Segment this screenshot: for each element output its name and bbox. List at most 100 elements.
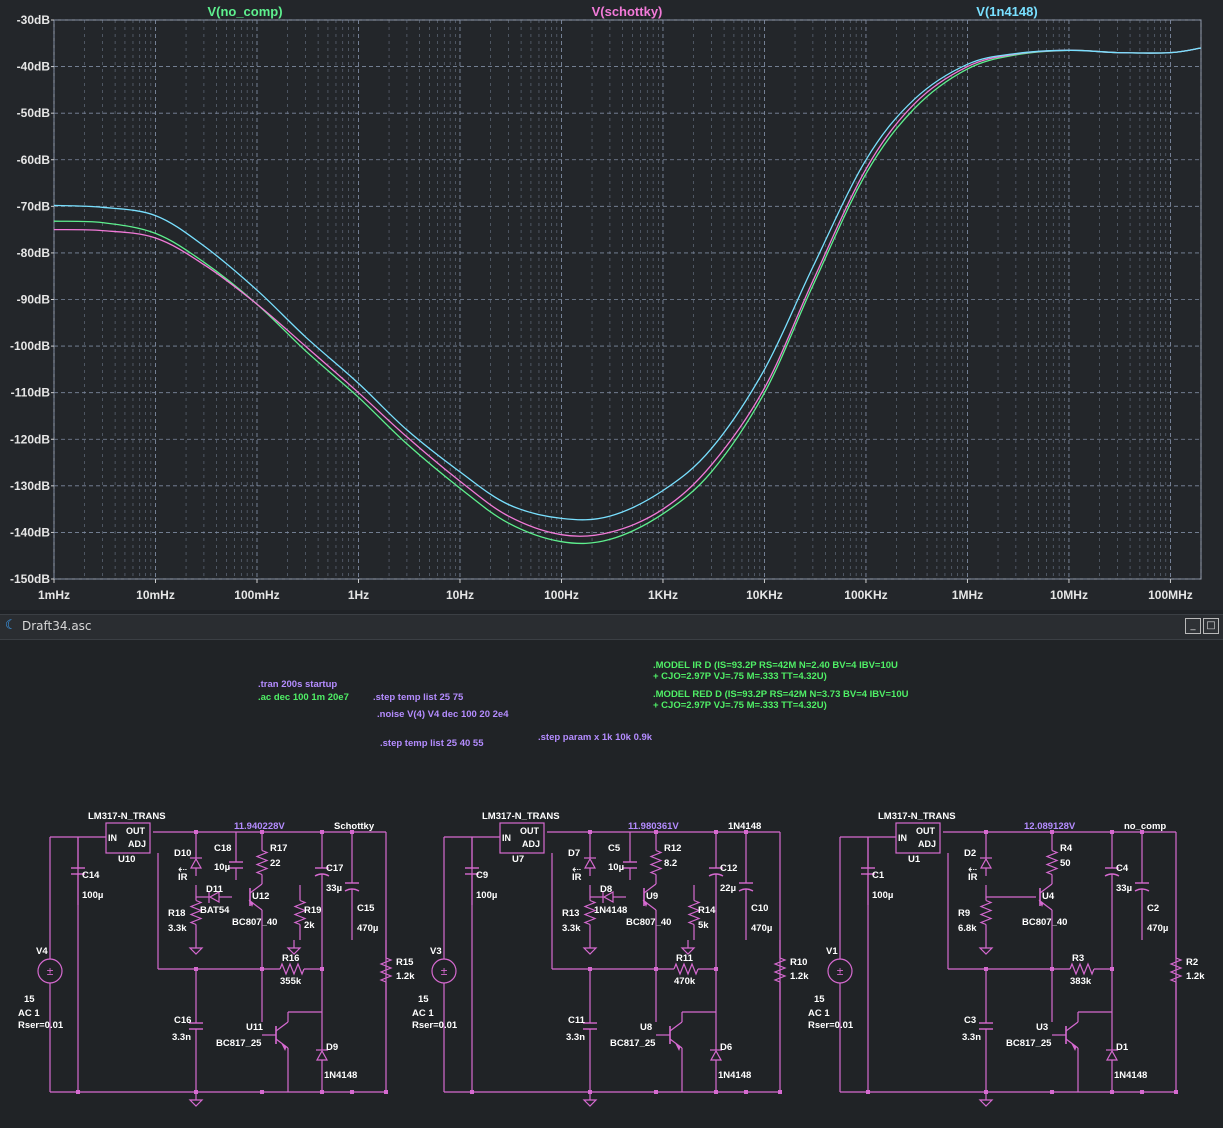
- junction-node: [654, 830, 658, 834]
- led-diode[interactable]: [189, 857, 203, 869]
- led-value: IR: [968, 872, 978, 883]
- npn-value: BC817_25: [1006, 1038, 1052, 1049]
- collector-resistor-value: 50: [1060, 858, 1071, 869]
- regulator-in-pin: IN: [898, 833, 907, 843]
- source-ac: AC 1: [18, 1008, 40, 1019]
- collector-resistor[interactable]: [255, 849, 269, 876]
- feedback-resistor[interactable]: [1069, 962, 1095, 976]
- load-resistor[interactable]: [773, 957, 787, 983]
- directive-tran[interactable]: .tran 200s startup: [258, 679, 337, 690]
- npn-transistor-collector[interactable]: [669, 1021, 683, 1032]
- junction-node: [866, 1090, 870, 1094]
- input-cap-value: 100µ: [82, 890, 103, 901]
- regulator-name: LM317-N_TRANS: [482, 811, 560, 822]
- legend-schottky[interactable]: V(schottky): [592, 4, 663, 19]
- emitter-resistor-value: 2k: [304, 920, 315, 931]
- comp-cap-value: 3.3n: [566, 1032, 585, 1043]
- junction-node: [984, 830, 988, 834]
- collector-resistor[interactable]: [649, 849, 663, 876]
- feedback-resistor[interactable]: [279, 962, 305, 976]
- close-button[interactable]: □: [1203, 618, 1219, 634]
- directive-step-temp[interactable]: .step temp list 25 75: [373, 692, 464, 703]
- source-ref: V4: [36, 946, 48, 957]
- load-resistor-value: 1.2k: [396, 971, 415, 982]
- source-rser: Rser=0.01: [18, 1020, 64, 1031]
- load-resistor[interactable]: [379, 957, 393, 983]
- npn-transistor-collector[interactable]: [1065, 1021, 1079, 1032]
- feedback-resistor[interactable]: [673, 962, 699, 976]
- junction-node: [1140, 830, 1144, 834]
- pnp-ref: U12: [252, 891, 269, 902]
- schematic-title-bar[interactable]: ☾ Draft34.asc _ □: [0, 614, 1223, 640]
- legend-1n4148[interactable]: V(1n4148): [976, 4, 1037, 19]
- ground-symbol: [978, 947, 994, 955]
- collector-resistor[interactable]: [1045, 849, 1059, 876]
- led-diode[interactable]: [583, 857, 597, 869]
- directive-model-red-cont[interactable]: + CJO=2.97P VJ=.75 M=.333 TT=4.32U): [653, 700, 827, 711]
- x-tick-label: 10KHz: [746, 588, 783, 602]
- comp-cap-value: 3.3n: [962, 1032, 981, 1043]
- x-tick-label: 1Hz: [348, 588, 369, 602]
- schematic-doc-icon: ☾: [5, 618, 17, 633]
- waveform-viewer[interactable]: -30dB -40dB -50dB -60dB -70dB -80dB -90dB -100d…: [0, 0, 1223, 610]
- x-tick-label: 10MHz: [1050, 588, 1088, 602]
- output-cap-ref: C10: [751, 903, 768, 914]
- ground-symbol: [582, 947, 598, 955]
- x-tick-label: 10Hz: [446, 588, 474, 602]
- directive-model-ir[interactable]: .MODEL IR D (IS=93.2P RS=42M N=2.40 BV=4…: [653, 660, 898, 671]
- junction-node: [320, 830, 324, 834]
- circuit-schottky[interactable]: LM317-N_TRANS IN OUT ADJ U10 11.940228V Schott…: [18, 811, 415, 1107]
- feedback-resistor-value: 383k: [1070, 976, 1092, 987]
- spice-directives: .tran 200s startup .ac dec 100 1m 20e7 .…: [258, 660, 909, 749]
- vout-readout: 12.089128V: [1024, 821, 1076, 832]
- pnp-value: BC807_40: [1022, 917, 1067, 928]
- legend-no-comp[interactable]: V(no_comp): [207, 4, 282, 19]
- schematic-canvas[interactable]: .tran 200s startup .ac dec 100 1m 20e7 .…: [0, 640, 1223, 1128]
- regulator-out-pin: OUT: [520, 826, 540, 836]
- output-cap-ref: C15: [357, 903, 375, 914]
- collector-resistor-ref: R17: [270, 843, 287, 854]
- minimize-button[interactable]: _: [1185, 618, 1201, 634]
- regulator-out-pin: OUT: [126, 826, 146, 836]
- bias-resistor-value: 3.3k: [562, 923, 581, 934]
- output-diode-ref: D9: [326, 1042, 338, 1053]
- x-tick-label: 1mHz: [38, 588, 70, 602]
- input-cap-value: 100µ: [476, 890, 497, 901]
- regulator-ref: U1: [908, 854, 921, 865]
- y-tick-label: -100dB: [10, 339, 50, 353]
- directive-ac[interactable]: .ac dec 100 1m 20e7: [258, 692, 349, 703]
- pnp-value: BC807_40: [232, 917, 277, 928]
- directive-model-red[interactable]: .MODEL RED D (IS=93.2P RS=42M N=3.73 BV=…: [653, 689, 909, 700]
- bias-resistor[interactable]: [979, 899, 993, 926]
- npn-transistor-collector[interactable]: [275, 1021, 289, 1032]
- schematic-editor[interactable]: .tran 200s startup .ac dec 100 1m 20e7 .…: [0, 640, 1223, 1128]
- collector-resistor-ref: R4: [1060, 843, 1073, 854]
- regulator-in-pin: IN: [502, 833, 511, 843]
- y-tick-label: -40dB: [17, 60, 51, 74]
- npn-value: BC817_25: [216, 1038, 262, 1049]
- feedback-resistor-ref: R3: [1072, 953, 1084, 964]
- comp-diode-value: 1N4148: [594, 905, 627, 916]
- tantalum-cap-ref: C4: [1116, 863, 1129, 874]
- feedback-resistor-value: 355k: [280, 976, 302, 987]
- noise-plot[interactable]: -30dB -40dB -50dB -60dB -70dB -80dB -90dB -100d…: [0, 0, 1223, 610]
- vout-readout: 11.940228V: [234, 821, 285, 832]
- y-tick-label: -70dB: [17, 199, 51, 213]
- directive-noise[interactable]: .noise V(4) V4 dec 100 20 2e4: [377, 709, 509, 720]
- junction-node: [714, 1090, 718, 1094]
- circuit-no-comp[interactable]: LM317-N_TRANS IN OUT ADJ U1 12.089128V no_comp…: [808, 811, 1205, 1107]
- regulator-adj-pin: ADJ: [918, 839, 936, 849]
- load-resistor[interactable]: [1169, 957, 1183, 983]
- regulator-in-pin: IN: [108, 833, 117, 843]
- directive-step-temp-2[interactable]: .step temp list 25 40 55: [380, 738, 484, 749]
- x-tick-label: 100mHz: [234, 588, 279, 602]
- y-tick-label: -50dB: [17, 106, 51, 120]
- directive-model-ir-cont[interactable]: + CJO=2.97P VJ=.75 M=.333 TT=4.32U): [653, 671, 827, 682]
- output-diode-ref: D6: [720, 1042, 732, 1053]
- npn-ref: U3: [1036, 1022, 1048, 1033]
- led-diode[interactable]: [979, 857, 993, 869]
- source-ac: AC 1: [412, 1008, 434, 1019]
- directive-step-param[interactable]: .step param x 1k 10k 0.9k: [538, 732, 653, 743]
- circuit-1n4148[interactable]: LM317-N_TRANS IN OUT ADJ U7 11.980361V 1N4148 C…: [412, 811, 809, 1107]
- source-rser: Rser=0.01: [808, 1020, 854, 1031]
